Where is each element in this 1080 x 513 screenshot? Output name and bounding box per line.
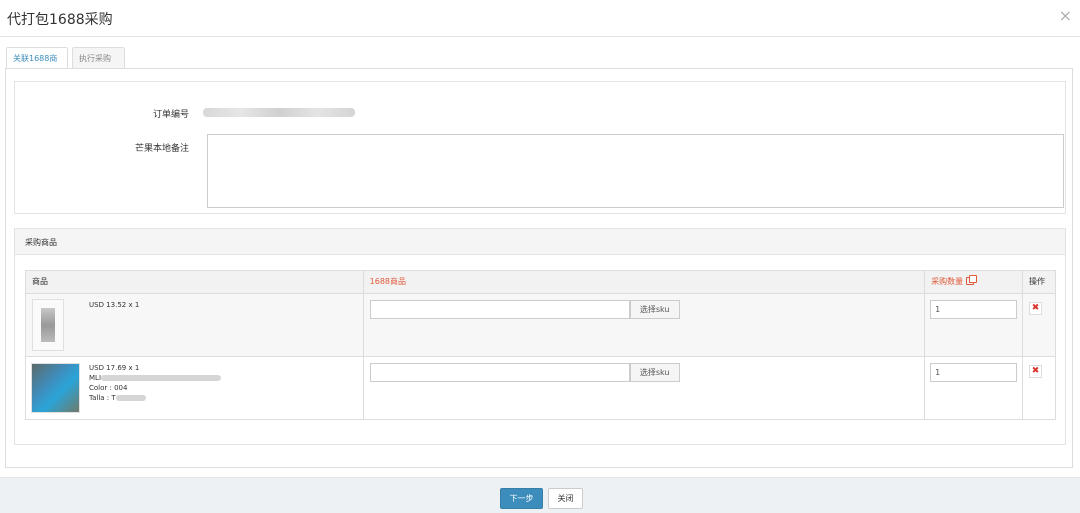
delete-icon[interactable]: ✖ xyxy=(1028,302,1042,315)
delete-icon[interactable]: ✖ xyxy=(1028,365,1042,378)
action-cell: ✖ xyxy=(1021,293,1057,357)
order-no-label: 订单编号 xyxy=(152,110,189,120)
purchase-items-table: 商品 1688商品 采购数量 操作 USD 13.52 x 1 选择sku 1 … xyxy=(25,270,1057,420)
qty-cell: 1 xyxy=(924,356,1023,420)
select-sku-button[interactable]: 选择sku xyxy=(629,363,680,382)
modal-header: 代打包1688采购 × xyxy=(0,0,1080,37)
purchase-items-box: 采购商品 商品 1688商品 采购数量 操作 USD 13.52 x 1 选择s… xyxy=(14,228,1066,445)
product-detail-line: Talla : T xyxy=(89,393,221,403)
tab-execute-purchase[interactable]: 执行采购 xyxy=(72,47,125,69)
purchase-items-title: 采购商品 xyxy=(25,238,57,247)
product-detail-line: Color : 004 xyxy=(89,384,128,392)
next-step-button[interactable]: 下一步 xyxy=(500,488,543,509)
product-cell: USD 13.52 x 1 xyxy=(25,293,364,357)
table-row: USD 17.69 x 1 MLI Color : 004 Talla : T … xyxy=(25,356,1057,420)
col-qty-label: 采购数量 xyxy=(931,277,964,286)
qty-input[interactable]: 1 xyxy=(930,363,1018,382)
remark-label: 芒果本地备注 xyxy=(134,144,189,154)
product-1688-cell: 选择sku xyxy=(362,293,926,357)
copy-icon[interactable] xyxy=(966,275,978,285)
remark-textarea[interactable] xyxy=(207,134,1064,208)
order-info-box: 订单编号 芒果本地备注 xyxy=(14,81,1066,214)
tab-content-panel: 订单编号 芒果本地备注 采购商品 商品 1688商品 采购数量 操作 USD 1… xyxy=(5,68,1073,468)
qty-cell: 1 xyxy=(924,293,1023,357)
1688-product-input[interactable] xyxy=(369,300,630,319)
qty-input[interactable]: 1 xyxy=(930,300,1018,319)
product-1688-cell: 选择sku xyxy=(362,356,926,420)
redacted-text xyxy=(101,375,222,381)
product-detail-line: MLI xyxy=(89,373,222,383)
table-header-row: 商品 1688商品 采购数量 操作 xyxy=(25,270,1057,294)
1688-product-input[interactable] xyxy=(369,363,630,382)
product-price-line: USD 13.52 x 1 xyxy=(89,301,140,309)
product-info: USD 17.69 x 1 MLI Color : 004 Talla : T xyxy=(89,363,222,403)
modal-title: 代打包1688采购 xyxy=(7,12,113,28)
action-cell: ✖ xyxy=(1021,356,1057,420)
table-row: USD 13.52 x 1 选择sku 1 ✖ xyxy=(25,293,1057,357)
product-image-redacted xyxy=(41,308,55,342)
col-1688-product: 1688商品 xyxy=(362,270,926,294)
product-thumbnail[interactable] xyxy=(31,363,80,413)
product-detail-text: MLI xyxy=(89,374,102,382)
col-product: 商品 xyxy=(25,270,364,294)
order-no-value-redacted xyxy=(203,108,355,117)
close-button[interactable]: 关闭 xyxy=(548,488,583,509)
close-icon[interactable]: × xyxy=(1059,8,1072,24)
product-info: USD 13.52 x 1 xyxy=(89,300,139,310)
product-price-line: USD 17.69 x 1 xyxy=(89,364,140,372)
tab-link-1688[interactable]: 关联1688商品 xyxy=(6,47,68,84)
col-qty: 采购数量 xyxy=(924,270,1023,294)
col-action: 操作 xyxy=(1021,270,1057,294)
product-cell: USD 17.69 x 1 MLI Color : 004 Talla : T xyxy=(25,356,364,420)
select-sku-button[interactable]: 选择sku xyxy=(629,300,680,319)
product-detail-text: Talla : T xyxy=(89,394,116,402)
redacted-text xyxy=(115,395,146,401)
modal-footer: 下一步 关闭 xyxy=(0,477,1080,513)
product-thumbnail[interactable] xyxy=(32,299,64,351)
purchase-items-header: 采购商品 xyxy=(15,229,1065,255)
